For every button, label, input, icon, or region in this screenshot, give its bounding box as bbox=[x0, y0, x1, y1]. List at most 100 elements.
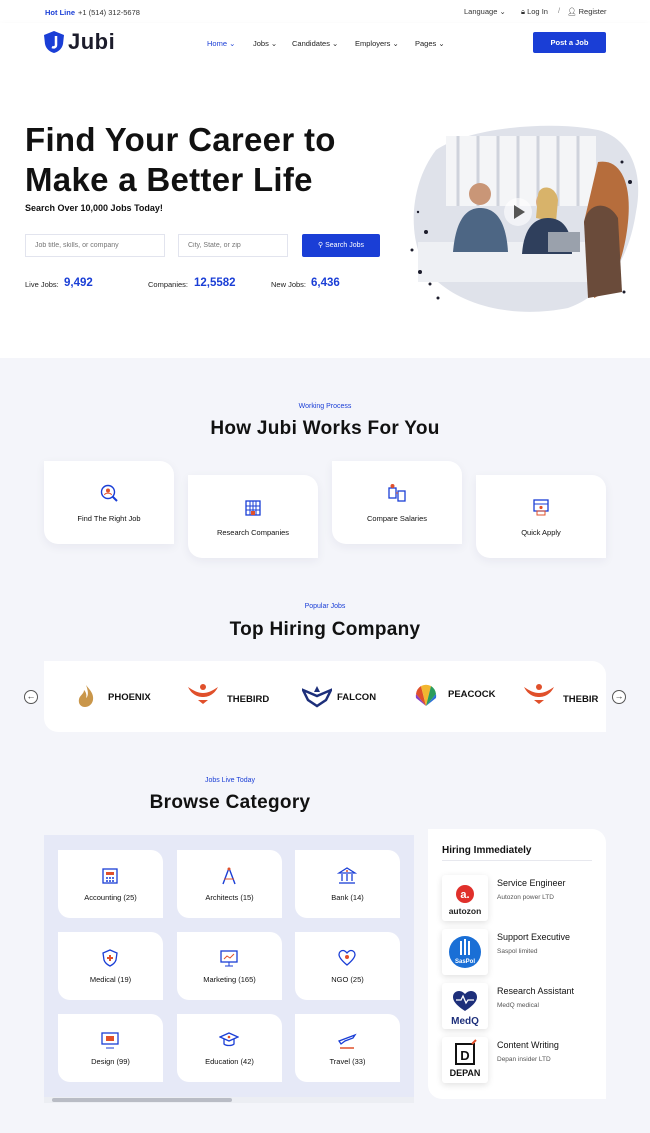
hiring-immediately-panel: Hiring Immediately a. autozon Service Eng… bbox=[428, 829, 606, 1099]
education-icon bbox=[219, 1032, 239, 1047]
saspol-logo: SasPol bbox=[442, 929, 488, 975]
category-card-architects[interactable]: Architects (15) bbox=[177, 850, 282, 918]
login-link[interactable]: 🔒︎ Log In bbox=[521, 7, 548, 17]
hiring-divider bbox=[442, 860, 592, 861]
svg-text:MedQ: MedQ bbox=[451, 1016, 479, 1027]
hiring-job-row[interactable]: SasPol Support Executive Saspol limited bbox=[442, 929, 602, 977]
process-card-research-companies[interactable]: Research Companies bbox=[188, 475, 318, 558]
category-card-education[interactable]: Education (42) bbox=[177, 1014, 282, 1082]
main-nav: Jubi Home ⌄ Jobs ⌄ Candidates ⌄ Employer… bbox=[0, 23, 650, 62]
job-company: Saspol limited bbox=[497, 948, 538, 955]
category-card-ngo[interactable]: NGO (25) bbox=[295, 932, 400, 1000]
live-jobs-label: Live Jobs: bbox=[25, 280, 59, 289]
nav-jobs[interactable]: Jobs ⌄ bbox=[253, 39, 277, 48]
depan-logo: D DEPAN bbox=[442, 1037, 488, 1083]
hero-subtitle: Search Over 10,000 Jobs Today! bbox=[25, 203, 163, 213]
job-title[interactable]: Content Writing bbox=[497, 1040, 559, 1050]
categories-title: Browse Category bbox=[149, 792, 311, 813]
location-input[interactable] bbox=[178, 234, 288, 257]
login-label: Log In bbox=[527, 7, 548, 16]
nav-employers[interactable]: Employers ⌄ bbox=[355, 39, 399, 48]
job-company: Depan insider LTD bbox=[497, 1056, 551, 1063]
job-title[interactable]: Support Executive bbox=[497, 932, 570, 942]
svg-text:SasPol: SasPol bbox=[455, 959, 475, 965]
job-title[interactable]: Service Engineer bbox=[497, 878, 566, 888]
category-card-travel[interactable]: Travel (33) bbox=[295, 1014, 400, 1082]
companies-title: Top Hiring Company bbox=[229, 619, 421, 640]
medq-logo: MedQ bbox=[442, 983, 488, 1029]
category-label: Education (42) bbox=[205, 1057, 254, 1066]
company-name: PEACOCK bbox=[448, 689, 496, 700]
process-card-label: Compare Salaries bbox=[366, 514, 428, 523]
search-button-label: Search Jobs bbox=[325, 242, 364, 249]
language-label: Language bbox=[464, 7, 498, 16]
register-label: Register bbox=[578, 7, 607, 16]
hiring-title: Hiring Immediately bbox=[442, 845, 532, 856]
logo-text[interactable]: Jubi bbox=[68, 29, 115, 55]
category-card-marketing[interactable]: Marketing (165) bbox=[177, 932, 282, 1000]
new-jobs-label: New Jobs: bbox=[271, 280, 307, 289]
language-selector[interactable]: Language ⌄ bbox=[464, 7, 506, 16]
nav-home[interactable]: Home ⌄ bbox=[207, 39, 235, 48]
company-name: FALCON bbox=[337, 692, 377, 703]
company-name: PHOENIX bbox=[108, 692, 151, 703]
search-person-icon bbox=[100, 484, 118, 502]
svg-text:autozon: autozon bbox=[449, 906, 482, 916]
category-card-medical[interactable]: Medical (19) bbox=[58, 932, 163, 1000]
hiring-job-row[interactable]: MedQ Research Assistant MedQ medical bbox=[442, 983, 602, 1031]
category-card-bank[interactable]: Bank (14) bbox=[295, 850, 400, 918]
carousel-next-button[interactable]: → bbox=[612, 690, 626, 704]
live-jobs-value: 9,492 bbox=[64, 277, 93, 289]
companies-label: Companies: bbox=[148, 280, 189, 289]
top-bar: Hot Line +1 (514) 312-5678 Language ⌄ 🔒︎… bbox=[0, 0, 650, 23]
process-card-label: Find The Right Job bbox=[77, 514, 141, 523]
search-icon: ⚲ bbox=[317, 242, 324, 249]
job-title[interactable]: Research Assistant bbox=[497, 986, 574, 996]
company-carousel: PHOENIX THEBIRD FALCON PEACOCK THEBIR bbox=[44, 661, 606, 732]
hero-office-photo bbox=[410, 125, 639, 312]
register-link[interactable]: 👤︎ Register bbox=[567, 7, 607, 16]
category-scrollbar-thumb[interactable] bbox=[52, 1098, 232, 1102]
hiring-job-row[interactable]: D DEPAN Content Writing Depan insider LTD bbox=[442, 1037, 602, 1085]
phoenix-flame-icon bbox=[78, 685, 94, 707]
category-label: Accounting (25) bbox=[84, 893, 137, 902]
bird-icon bbox=[524, 684, 554, 704]
hero-title-line-1: Find Your Career to bbox=[25, 121, 336, 158]
category-label: Travel (33) bbox=[329, 1057, 366, 1066]
nav-jobs-label: Jobs bbox=[253, 39, 269, 48]
process-card-compare-salaries[interactable]: Compare Salaries bbox=[332, 461, 462, 544]
process-card-label: Quick Apply bbox=[521, 528, 561, 537]
search-jobs-button[interactable]: ⚲ Search Jobs bbox=[302, 234, 380, 257]
arrow-right-icon: → bbox=[614, 691, 624, 701]
nav-pages[interactable]: Pages ⌄ bbox=[415, 39, 445, 48]
process-card-quick-apply[interactable]: Quick Apply bbox=[476, 475, 606, 558]
category-label: Medical (19) bbox=[89, 975, 132, 984]
job-company: MedQ medical bbox=[497, 1002, 539, 1009]
peacock-icon bbox=[415, 684, 437, 706]
user-icon: 👤︎ bbox=[567, 7, 577, 16]
nav-employers-label: Employers bbox=[355, 39, 391, 48]
hotline-phone[interactable]: +1 (514) 312-5678 bbox=[78, 8, 140, 17]
hero-title-line-2: Make a Better Life bbox=[25, 161, 313, 198]
auth-separator: / bbox=[558, 6, 561, 15]
lock-icon: 🔒︎ bbox=[521, 7, 525, 16]
autozon-logo: a. autozon bbox=[442, 875, 488, 921]
category-card-accounting[interactable]: Accounting (25) bbox=[58, 850, 163, 918]
companies-value: 12,5582 bbox=[194, 277, 236, 289]
post-job-button[interactable]: Post a Job bbox=[533, 32, 606, 53]
accounting-icon bbox=[102, 868, 118, 884]
bank-icon bbox=[337, 867, 357, 884]
category-label: Bank (14) bbox=[331, 893, 364, 902]
nav-candidates[interactable]: Candidates ⌄ bbox=[292, 39, 338, 48]
hotline-label: Hot Line bbox=[45, 8, 75, 17]
nav-home-label: Home bbox=[207, 39, 228, 48]
hiring-job-row[interactable]: a. autozon Service Engineer Autozon power… bbox=[442, 875, 602, 923]
carousel-prev-button[interactable]: ← bbox=[24, 690, 38, 704]
keyword-input[interactable] bbox=[25, 234, 165, 257]
process-card-find-job[interactable]: Find The Right Job bbox=[44, 461, 174, 544]
category-card-design[interactable]: Design (99) bbox=[58, 1014, 163, 1082]
salary-icon bbox=[388, 484, 406, 502]
hero-title: Find Your Career to Make a Better Life bbox=[25, 120, 405, 200]
hero-section: Find Your Career to Make a Better Life S… bbox=[0, 62, 650, 358]
architects-icon bbox=[222, 867, 236, 885]
